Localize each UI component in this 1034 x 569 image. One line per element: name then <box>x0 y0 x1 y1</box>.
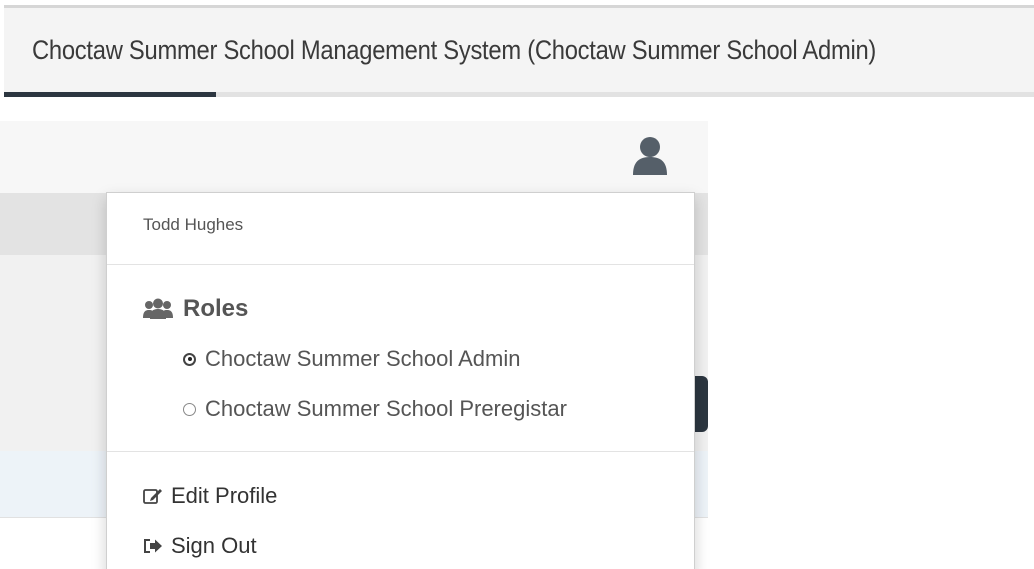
sign-out-label: Sign Out <box>171 533 257 558</box>
menu-divider <box>107 264 694 265</box>
edit-icon <box>143 489 162 504</box>
role-label: Choctaw Summer School Admin <box>205 346 521 371</box>
users-group-icon <box>143 298 173 319</box>
sign-out-icon <box>144 539 162 553</box>
title-underline-active <box>4 92 216 97</box>
roles-title: Roles <box>183 295 249 322</box>
user-menu-button[interactable] <box>630 133 670 177</box>
radio-unchecked-icon[interactable] <box>183 402 196 416</box>
app-navbar <box>0 121 708 193</box>
title-bar: Choctaw Summer School Management System … <box>4 5 1034 97</box>
sign-out-link[interactable]: Sign Out <box>143 533 257 559</box>
page-title: Choctaw Summer School Management System … <box>32 35 877 65</box>
menu-divider <box>107 451 694 452</box>
radio-checked-icon[interactable] <box>183 352 196 366</box>
username-label: Todd Hughes <box>143 215 244 234</box>
role-option-admin[interactable]: Choctaw Summer School Admin <box>183 346 520 372</box>
role-label: Choctaw Summer School Preregistar <box>205 396 567 421</box>
edit-profile-label: Edit Profile <box>171 483 278 508</box>
user-dropdown-menu: Todd Hughes Roles Choctaw Summer School … <box>106 192 695 569</box>
roles-header: Roles <box>143 295 248 323</box>
page: Choctaw Summer School Management System … <box>0 0 1034 569</box>
role-option-preregistar[interactable]: Choctaw Summer School Preregistar <box>183 396 567 422</box>
user-icon <box>633 137 667 175</box>
edit-profile-link[interactable]: Edit Profile <box>143 483 277 509</box>
